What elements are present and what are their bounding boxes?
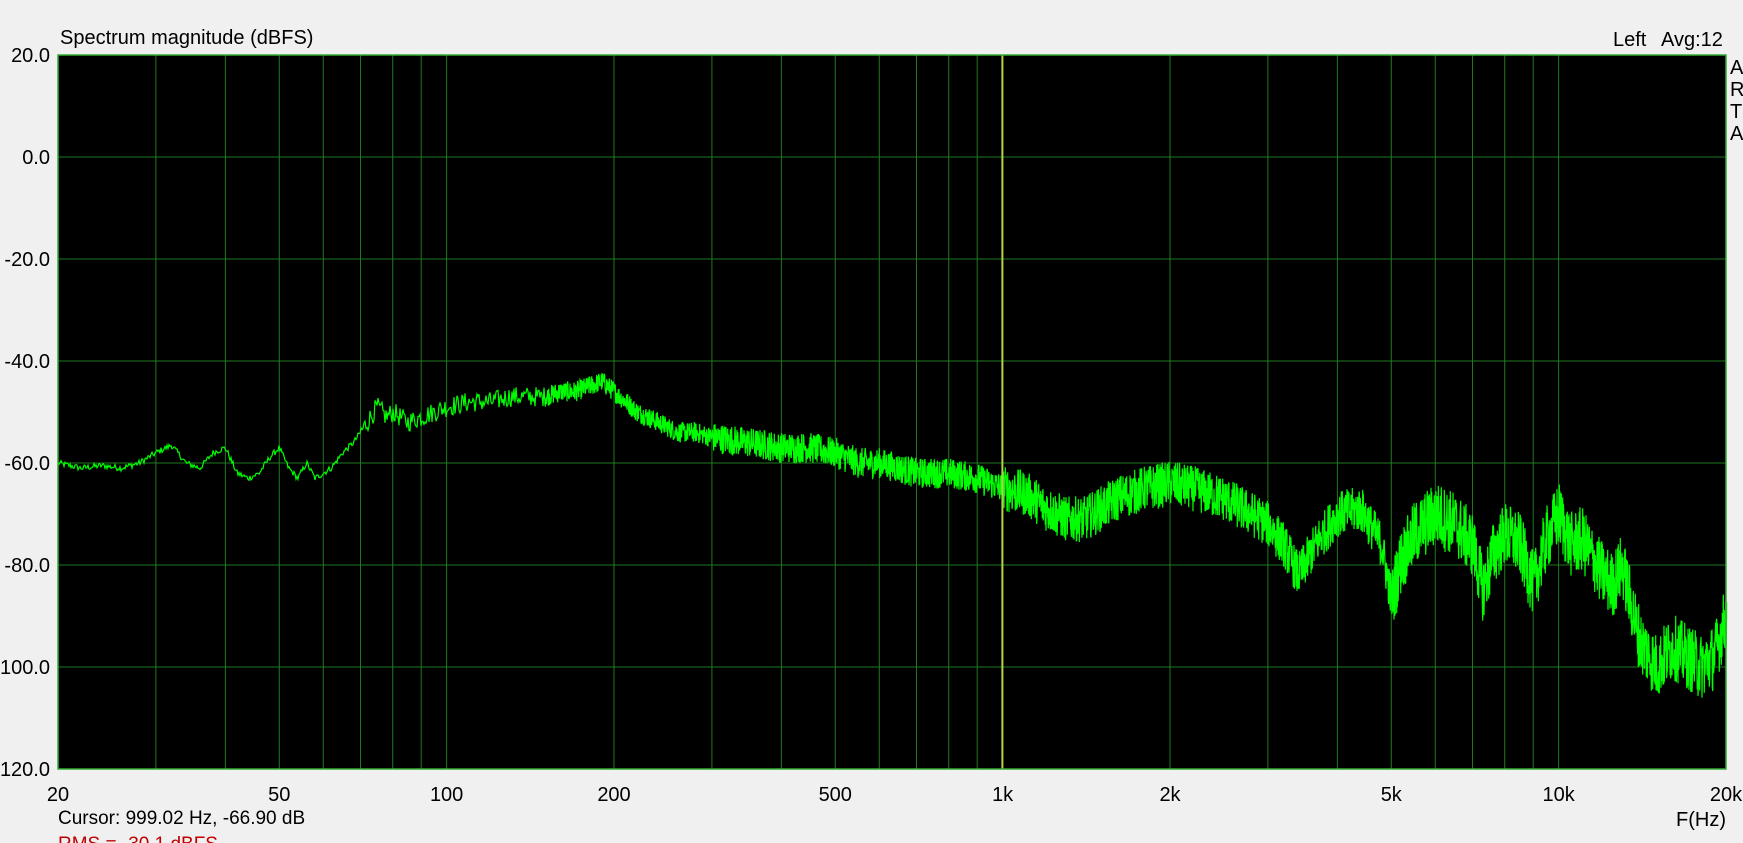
y-tick-label: 120.0 [0,759,50,781]
y-tick-label: -100.0 [0,657,50,679]
x-tick-label: 500 [819,784,852,806]
x-tick-label: 20 [47,784,69,806]
x-tick-label: 100 [430,784,463,806]
y-tick-label: -40.0 [4,351,50,373]
x-tick-label: 1k [992,784,1014,806]
rms-readout: RMS = -30.1 dBFS [58,834,218,843]
right-edge-letter: A [1730,57,1743,79]
plot-area[interactable] [58,55,1726,769]
right-edge-letter: A [1730,123,1743,145]
y-tick-label: -60.0 [4,453,50,475]
x-tick-label: 50 [268,784,290,806]
spectrum-chart[interactable]: Spectrum magnitude (dBFS) Left Avg:12 20… [0,0,1743,843]
x-tick-label: 200 [597,784,630,806]
x-tick-label: 10k [1543,784,1576,806]
y-tick-label: -80.0 [4,555,50,577]
channel-label: Left [1613,29,1647,51]
cursor-readout: Cursor: 999.02 Hz, -66.90 dB [58,808,305,829]
x-tick-label: 5k [1381,784,1403,806]
y-tick-label: 20.0 [11,45,50,67]
right-edge-letter: T [1730,101,1742,123]
x-tick-label: 2k [1159,784,1181,806]
avg-label: Avg:12 [1661,29,1723,51]
y-tick-label: 0.0 [22,147,50,169]
right-edge-letter: R [1730,79,1743,101]
x-axis-label: F(Hz) [1676,809,1726,831]
x-tick-label: 20k [1710,784,1743,806]
y-tick-label: -20.0 [4,249,50,271]
right-edge-labels: ARTA [1730,57,1743,145]
chart-title: Spectrum magnitude (dBFS) [60,27,313,49]
spectrum-window: Spectrum magnitude (dBFS) Left Avg:12 20… [0,0,1743,843]
